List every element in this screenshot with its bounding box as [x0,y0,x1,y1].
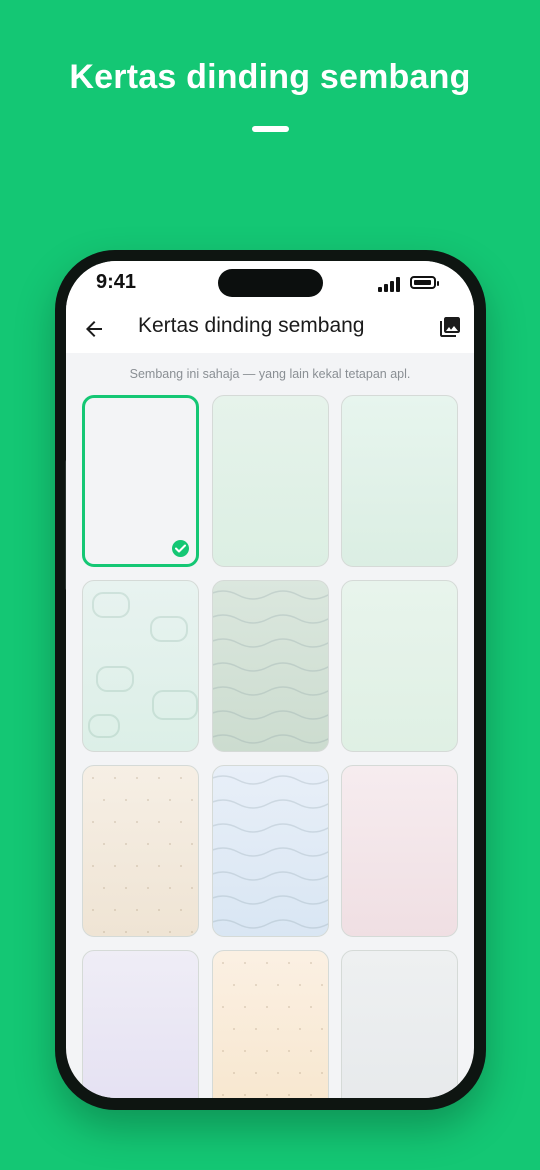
wallpaper-tile-mint-soft[interactable] [341,580,458,752]
wallpaper-pattern [212,775,328,929]
signal-icon [378,276,402,292]
headline: Kertas dinding sembang [69,58,471,96]
status-bar: 9:41 [66,261,474,307]
wallpaper-pattern [212,590,328,744]
wallpaper-tile-default[interactable] [82,395,199,567]
arrow-left-icon[interactable] [82,317,106,341]
wallpaper-tile-mist[interactable] [341,950,458,1098]
wallpaper-pattern [92,777,193,933]
wallpaper-tile-sage-waves[interactable] [211,580,329,752]
wallpaper-tile-cream-dots[interactable] [211,950,329,1098]
headline-underline [252,126,289,132]
wallpaper-tile-lavender[interactable] [82,950,199,1098]
wallpaper-tile-sky-waves[interactable] [211,765,329,937]
wallpaper-tile-blush[interactable] [341,765,458,937]
wallpaper-tile-mint[interactable] [211,395,329,567]
dynamic-island [218,269,323,297]
wallpaper-pattern [221,962,323,1096]
wallpaper-tile-mint-light[interactable] [341,395,458,567]
wallpaper-tile-mint-bubbles[interactable] [82,580,199,752]
wallpaper-pattern [88,592,198,738]
phone-screen: 9:41 Kertas dinding sembang Sembang ini … [66,261,474,1098]
page-title: Kertas dinding sembang [138,314,365,337]
photo-library-icon[interactable] [438,315,462,339]
check-circle-icon [172,540,189,557]
battery-icon [410,276,439,289]
wallpaper-tile-sand-dots[interactable] [82,765,199,937]
hint-text: Sembang ini sahaja — yang lain kekal tet… [129,367,411,381]
status-time: 9:41 [96,271,137,293]
app-bar: Kertas dinding sembang [66,307,474,353]
